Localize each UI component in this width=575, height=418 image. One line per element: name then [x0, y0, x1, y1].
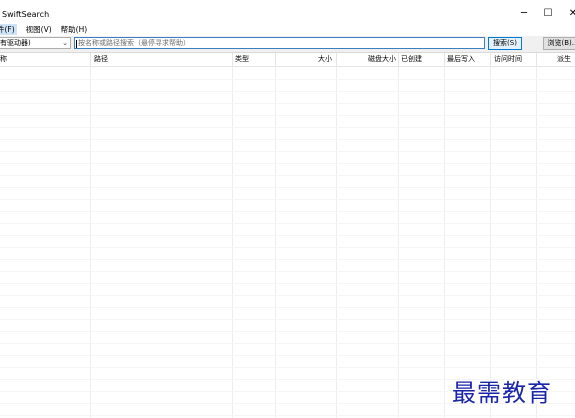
column-header-created[interactable]: 已创建	[401, 53, 422, 66]
column-divider[interactable]	[490, 53, 491, 66]
row-guide	[0, 187, 575, 188]
grid-line	[90, 67, 91, 418]
row-guide	[0, 127, 575, 128]
row-guide	[0, 235, 575, 236]
row-guide	[0, 115, 575, 116]
row-guide	[0, 259, 575, 260]
column-header-type[interactable]: 类型	[235, 53, 249, 66]
results-header: 称 路径 类型 大小 磁盘大小 已创建 最后写入 访问时间 派生	[0, 53, 575, 67]
row-guide	[0, 91, 575, 92]
row-guide	[0, 175, 575, 176]
column-divider[interactable]	[444, 53, 445, 66]
search-toolbar: 有驱动器) ⌄ 按名称或路径搜索（悬停寻求帮助） 搜索(S) 浏览(B)...	[0, 36, 575, 53]
title-bar: SwiftSearch ─ ☐ ✕	[0, 0, 575, 24]
search-input[interactable]: 按名称或路径搜索（悬停寻求帮助）	[74, 37, 485, 49]
column-divider[interactable]	[275, 53, 276, 66]
row-guide	[0, 367, 575, 368]
row-guide	[0, 295, 575, 296]
column-header-disk-size[interactable]: 磁盘大小	[368, 53, 396, 66]
watermark: 最需教育	[452, 379, 552, 407]
row-guide	[0, 271, 575, 272]
grid-line	[232, 67, 233, 418]
menu-view[interactable]: 视图(V)	[26, 24, 52, 35]
close-icon: ✕	[568, 7, 575, 19]
maximize-icon: ☐	[543, 7, 553, 19]
column-header-access-time[interactable]: 访问时间	[494, 53, 522, 66]
row-guide	[0, 211, 575, 212]
minimize-button[interactable]: ─	[512, 4, 536, 22]
column-header-size[interactable]: 大小	[318, 53, 332, 66]
menu-help[interactable]: 帮助(H)	[61, 24, 88, 35]
row-guide	[0, 247, 575, 248]
text-caret	[76, 40, 77, 48]
column-divider[interactable]	[398, 53, 399, 66]
column-header-path[interactable]: 路径	[94, 53, 108, 66]
browse-button[interactable]: 浏览(B)...	[543, 37, 575, 50]
grid-line	[536, 67, 537, 418]
row-guide	[0, 415, 575, 416]
menu-bar: 件(F) 视图(V) 帮助(H)	[0, 24, 575, 35]
drive-select-value: 有驱动器)	[0, 39, 31, 47]
grid-line	[490, 67, 491, 418]
row-guide	[0, 79, 575, 80]
row-guide	[0, 343, 575, 344]
chevron-down-icon: ⌄	[62, 39, 68, 47]
grid-line	[336, 67, 337, 418]
search-placeholder: 按名称或路径搜索（悬停寻求帮助）	[78, 39, 190, 47]
row-guide	[0, 103, 575, 104]
row-guide	[0, 139, 575, 140]
column-header-last-write[interactable]: 最后写入	[447, 53, 475, 66]
row-guide	[0, 307, 575, 308]
drive-select[interactable]: 有驱动器) ⌄	[0, 37, 71, 49]
row-guide	[0, 199, 575, 200]
row-guide	[0, 355, 575, 356]
column-divider[interactable]	[232, 53, 233, 66]
close-button[interactable]: ✕	[561, 4, 575, 22]
row-guide	[0, 331, 575, 332]
row-guide	[0, 283, 575, 284]
row-guide	[0, 151, 575, 152]
column-header-derived[interactable]: 派生	[557, 53, 571, 66]
column-divider[interactable]	[90, 53, 91, 66]
window-title: SwiftSearch	[2, 10, 50, 19]
search-button[interactable]: 搜索(S)	[488, 37, 522, 50]
menu-file[interactable]: 件(F)	[0, 24, 17, 35]
grid-line	[444, 67, 445, 418]
results-list[interactable]	[0, 67, 575, 418]
column-header-name[interactable]: 称	[0, 53, 7, 66]
maximize-button[interactable]: ☐	[536, 4, 560, 22]
grid-line	[275, 67, 276, 418]
row-guide	[0, 319, 575, 320]
row-guide	[0, 223, 575, 224]
minimize-icon: ─	[520, 7, 528, 19]
grid-line	[398, 67, 399, 418]
column-divider[interactable]	[536, 53, 537, 66]
row-guide	[0, 163, 575, 164]
column-divider[interactable]	[336, 53, 337, 66]
